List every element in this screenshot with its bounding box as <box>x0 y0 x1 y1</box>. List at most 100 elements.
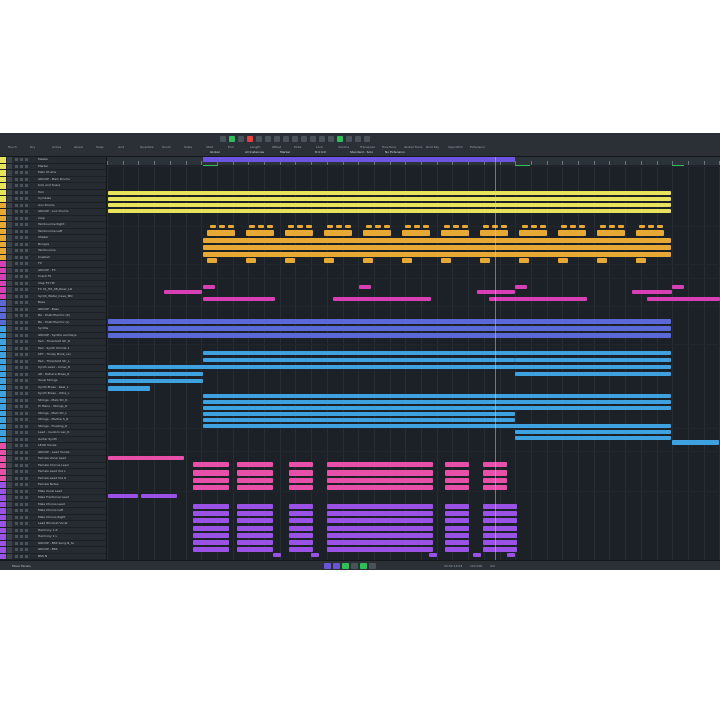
clip[interactable] <box>203 424 671 428</box>
clip[interactable] <box>363 230 391 236</box>
clip[interactable] <box>507 553 515 557</box>
track-record-button[interactable] <box>25 431 28 434</box>
track-record-button[interactable] <box>25 379 28 382</box>
track-solo-button[interactable] <box>20 223 23 226</box>
track-solo-button[interactable] <box>20 327 23 330</box>
clip[interactable] <box>444 225 450 228</box>
clip[interactable] <box>405 225 411 228</box>
clip[interactable] <box>515 436 671 440</box>
clip[interactable] <box>203 297 275 301</box>
clip[interactable] <box>362 478 396 483</box>
clip[interactable] <box>108 386 150 391</box>
clip[interactable] <box>445 504 469 509</box>
clip[interactable] <box>289 462 313 467</box>
clip[interactable] <box>618 225 624 228</box>
arrange-area[interactable] <box>107 166 720 560</box>
clip[interactable] <box>289 533 313 538</box>
track-mute-button[interactable] <box>15 236 18 239</box>
track-solo-button[interactable] <box>20 528 23 532</box>
track-mute-button[interactable] <box>15 437 18 441</box>
clip[interactable] <box>193 540 229 545</box>
track-mute-button[interactable] <box>15 184 18 187</box>
clip[interactable] <box>423 225 429 228</box>
clip[interactable] <box>395 518 433 523</box>
clip[interactable] <box>362 485 396 490</box>
track-record-button[interactable] <box>25 197 28 200</box>
clip[interactable] <box>473 553 481 557</box>
clip[interactable] <box>515 372 671 376</box>
track-record-button[interactable] <box>25 210 28 213</box>
track-solo-button[interactable] <box>20 249 23 252</box>
track-solo-button[interactable] <box>20 476 23 480</box>
track-solo-button[interactable] <box>20 385 23 389</box>
toolbar-button[interactable] <box>238 136 244 142</box>
clip[interactable] <box>441 230 469 236</box>
clip[interactable] <box>108 197 671 201</box>
clip[interactable] <box>246 258 256 263</box>
track-record-button[interactable] <box>25 476 28 480</box>
clip[interactable] <box>445 478 469 483</box>
track-record-button[interactable] <box>25 450 28 454</box>
clip[interactable] <box>108 333 671 338</box>
clip[interactable] <box>477 290 515 294</box>
track-solo-button[interactable] <box>20 333 23 337</box>
clip[interactable] <box>108 372 203 376</box>
track-mute-button[interactable] <box>15 483 18 486</box>
clip[interactable] <box>237 470 273 476</box>
track-record-button[interactable] <box>25 541 28 545</box>
clip[interactable] <box>207 230 235 236</box>
track-record-button[interactable] <box>25 223 28 226</box>
clip[interactable] <box>402 230 430 236</box>
track-record-button[interactable] <box>25 470 28 473</box>
track-solo-button[interactable] <box>20 346 23 350</box>
clip[interactable] <box>522 225 528 228</box>
track-mute-button[interactable] <box>15 418 18 421</box>
track-mute-button[interactable] <box>15 522 18 525</box>
clip[interactable] <box>519 230 547 236</box>
track-solo-button[interactable] <box>20 268 23 272</box>
track-record-button[interactable] <box>25 353 28 356</box>
clip[interactable] <box>395 526 433 531</box>
track-record-button[interactable] <box>25 268 28 272</box>
toolbar-button[interactable] <box>283 136 289 142</box>
mixer-panels-label[interactable]: Mixer Panels <box>12 564 31 568</box>
track-mute-button[interactable] <box>15 502 18 506</box>
clip[interactable] <box>203 351 671 355</box>
clip[interactable] <box>445 526 469 531</box>
track-record-button[interactable] <box>25 515 28 519</box>
clip[interactable] <box>395 511 433 516</box>
clip[interactable] <box>327 485 363 490</box>
clip[interactable] <box>395 485 433 490</box>
track-solo-button[interactable] <box>20 281 23 285</box>
clip[interactable] <box>648 225 654 228</box>
clip[interactable] <box>445 533 469 538</box>
clip[interactable] <box>108 191 671 195</box>
track-record-button[interactable] <box>25 405 28 408</box>
track-mute-button[interactable] <box>15 385 18 389</box>
clip[interactable] <box>324 230 352 236</box>
toolbar-button[interactable] <box>292 136 298 142</box>
track-mute-button[interactable] <box>15 476 18 480</box>
track-mute-button[interactable] <box>15 255 18 259</box>
track-solo-button[interactable] <box>20 366 23 369</box>
clip[interactable] <box>327 511 363 516</box>
clip[interactable] <box>395 533 433 538</box>
clip[interactable] <box>501 225 507 228</box>
track-record-button[interactable] <box>25 229 28 233</box>
clip[interactable] <box>362 518 396 523</box>
clip[interactable] <box>289 478 313 483</box>
record-button[interactable] <box>360 563 367 569</box>
toolbar-button[interactable] <box>319 136 325 142</box>
track-mute-button[interactable] <box>15 197 18 200</box>
track-record-button[interactable] <box>25 249 28 252</box>
clip[interactable] <box>483 533 517 538</box>
clip[interactable] <box>375 225 381 228</box>
clip[interactable] <box>483 511 517 516</box>
track-mute-button[interactable] <box>15 288 18 291</box>
clip[interactable] <box>210 225 216 228</box>
track-record-button[interactable] <box>25 372 28 376</box>
clip[interactable] <box>237 518 273 523</box>
track-solo-button[interactable] <box>20 437 23 441</box>
clip[interactable] <box>324 258 334 263</box>
track-record-button[interactable] <box>25 457 28 460</box>
